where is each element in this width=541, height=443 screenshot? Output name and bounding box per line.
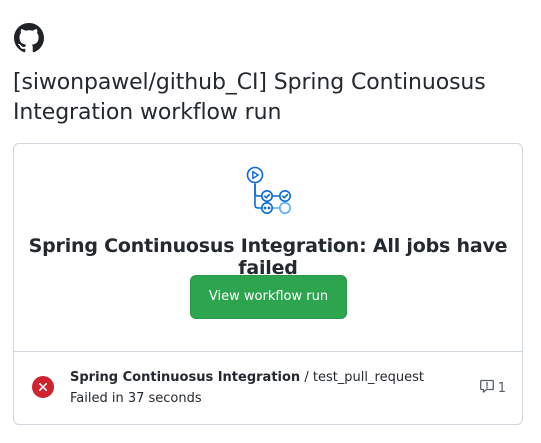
- job-row[interactable]: Spring Continuosus Integration / test_pu…: [14, 351, 522, 424]
- annotation-count-value: 1: [497, 380, 506, 396]
- job-separator: /: [300, 370, 313, 385]
- view-workflow-run-button[interactable]: View workflow run: [190, 275, 347, 319]
- job-title[interactable]: Spring Continuosus Integration / test_pu…: [70, 370, 424, 385]
- card-summary: Spring Continuosus Integration: All jobs…: [14, 144, 522, 352]
- x-circle-icon: [32, 376, 54, 398]
- job-workflow-name: Spring Continuosus Integration: [70, 370, 301, 385]
- comment-alert-icon: [479, 378, 495, 398]
- job-status-text: Failed in 37 seconds: [70, 391, 202, 406]
- workflow-graph-icon: [244, 165, 296, 215]
- run-status-headline: Spring Continuosus Integration: All jobs…: [28, 235, 508, 279]
- annotation-count[interactable]: 1: [479, 378, 506, 398]
- workflow-run-card: Spring Continuosus Integration: All jobs…: [13, 143, 523, 425]
- email-subject: [siwonpawel/github_CI] Spring Continuosu…: [13, 70, 486, 125]
- job-name: test_pull_request: [312, 370, 424, 385]
- github-logo-icon: [14, 23, 44, 53]
